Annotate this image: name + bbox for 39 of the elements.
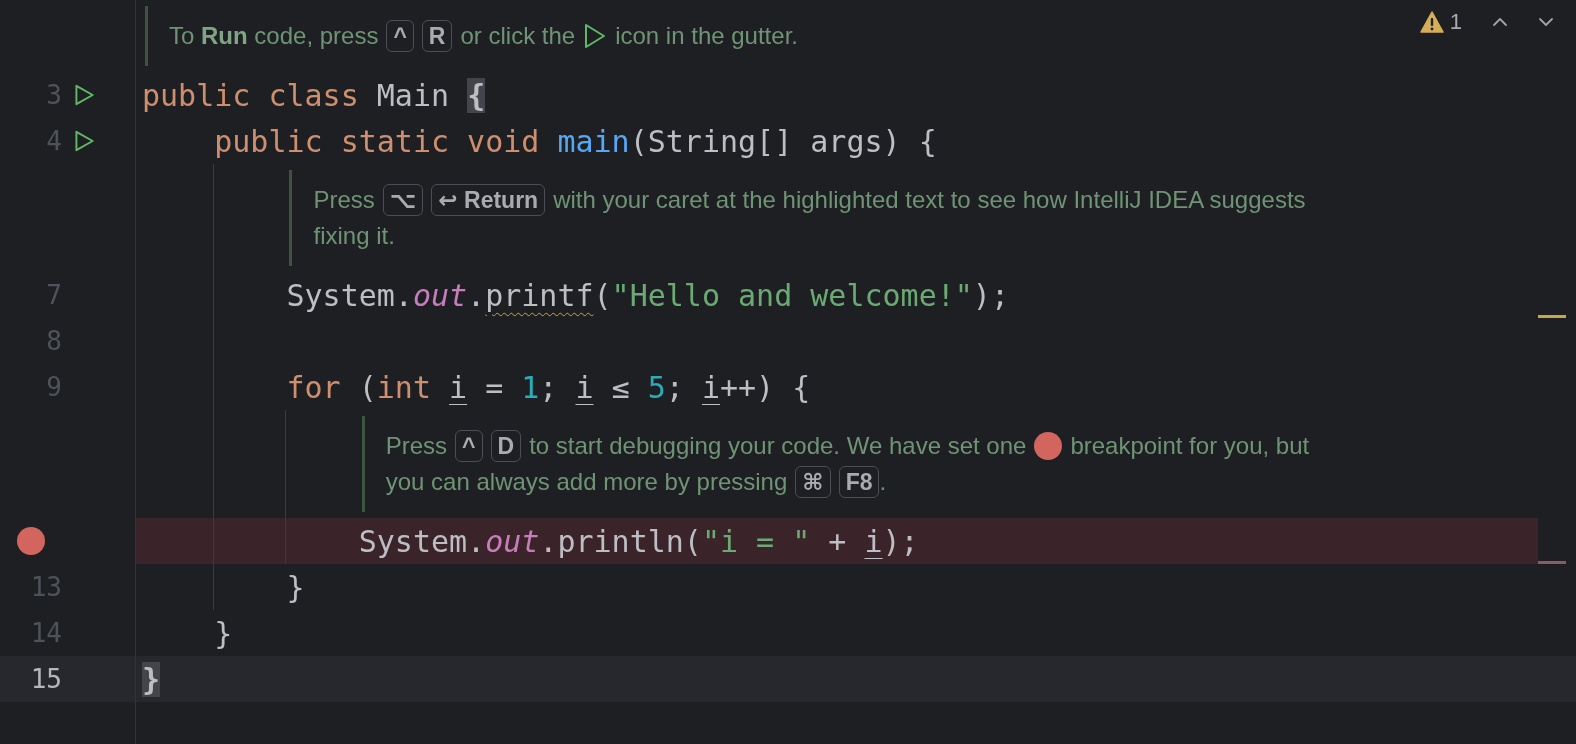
code-line: } xyxy=(214,615,233,651)
hint-text: or click the xyxy=(460,22,576,50)
key-cap: F8 xyxy=(838,466,880,498)
line-number: 13 xyxy=(29,572,62,602)
key-cap: ^ xyxy=(455,430,483,462)
code-line: System.out.printf("Hello and welcome!"); xyxy=(286,277,1009,313)
hint-text: fixing it. xyxy=(313,222,395,250)
line-number: 3 xyxy=(45,80,62,110)
hint-text: with your caret at the highlighted text to see how IntelliJ IDEA suggests xyxy=(553,186,1306,214)
key-cap: D xyxy=(490,430,522,462)
hint-text: breakpoint for you, but xyxy=(1070,432,1310,460)
line-number: 15 xyxy=(29,664,62,694)
line-number: 9 xyxy=(45,372,62,402)
hint-text: to start debugging your code. We have set one xyxy=(529,432,1027,460)
code-line: public static void main(String[] args) { xyxy=(214,123,937,159)
code-line: public class Main { xyxy=(142,77,486,113)
key-cap: R xyxy=(421,20,453,52)
warning-icon xyxy=(1419,11,1444,33)
play-icon xyxy=(583,23,608,49)
hint-text: you can always add more by pressing xyxy=(385,468,788,496)
breakpoint-icon[interactable] xyxy=(17,527,45,555)
breakpoint-icon xyxy=(1034,432,1063,460)
line-number: 7 xyxy=(45,280,62,310)
hint-text: . xyxy=(879,468,887,496)
hint-text: icon in the gutter. xyxy=(615,22,798,50)
key-cap: ↩ Return xyxy=(431,184,546,216)
code-line: } xyxy=(286,569,305,605)
key-cap: ^ xyxy=(386,20,414,52)
code-line: for (int i = 1; i ≤ 5; i++) { xyxy=(286,369,811,405)
code-line: System.out.println("i = " + i); xyxy=(358,523,919,559)
line-number: 8 xyxy=(45,326,62,356)
warning-count: 1 xyxy=(1449,9,1462,35)
key-cap: ⌥ xyxy=(382,184,424,216)
line-number: 4 xyxy=(45,126,62,156)
hint-text: Press xyxy=(385,432,448,460)
hint-text: To Run code, press xyxy=(169,22,379,50)
line-number: 14 xyxy=(29,618,62,648)
key-cap: ⌘ xyxy=(795,466,831,498)
hint-text: Press xyxy=(313,186,375,214)
